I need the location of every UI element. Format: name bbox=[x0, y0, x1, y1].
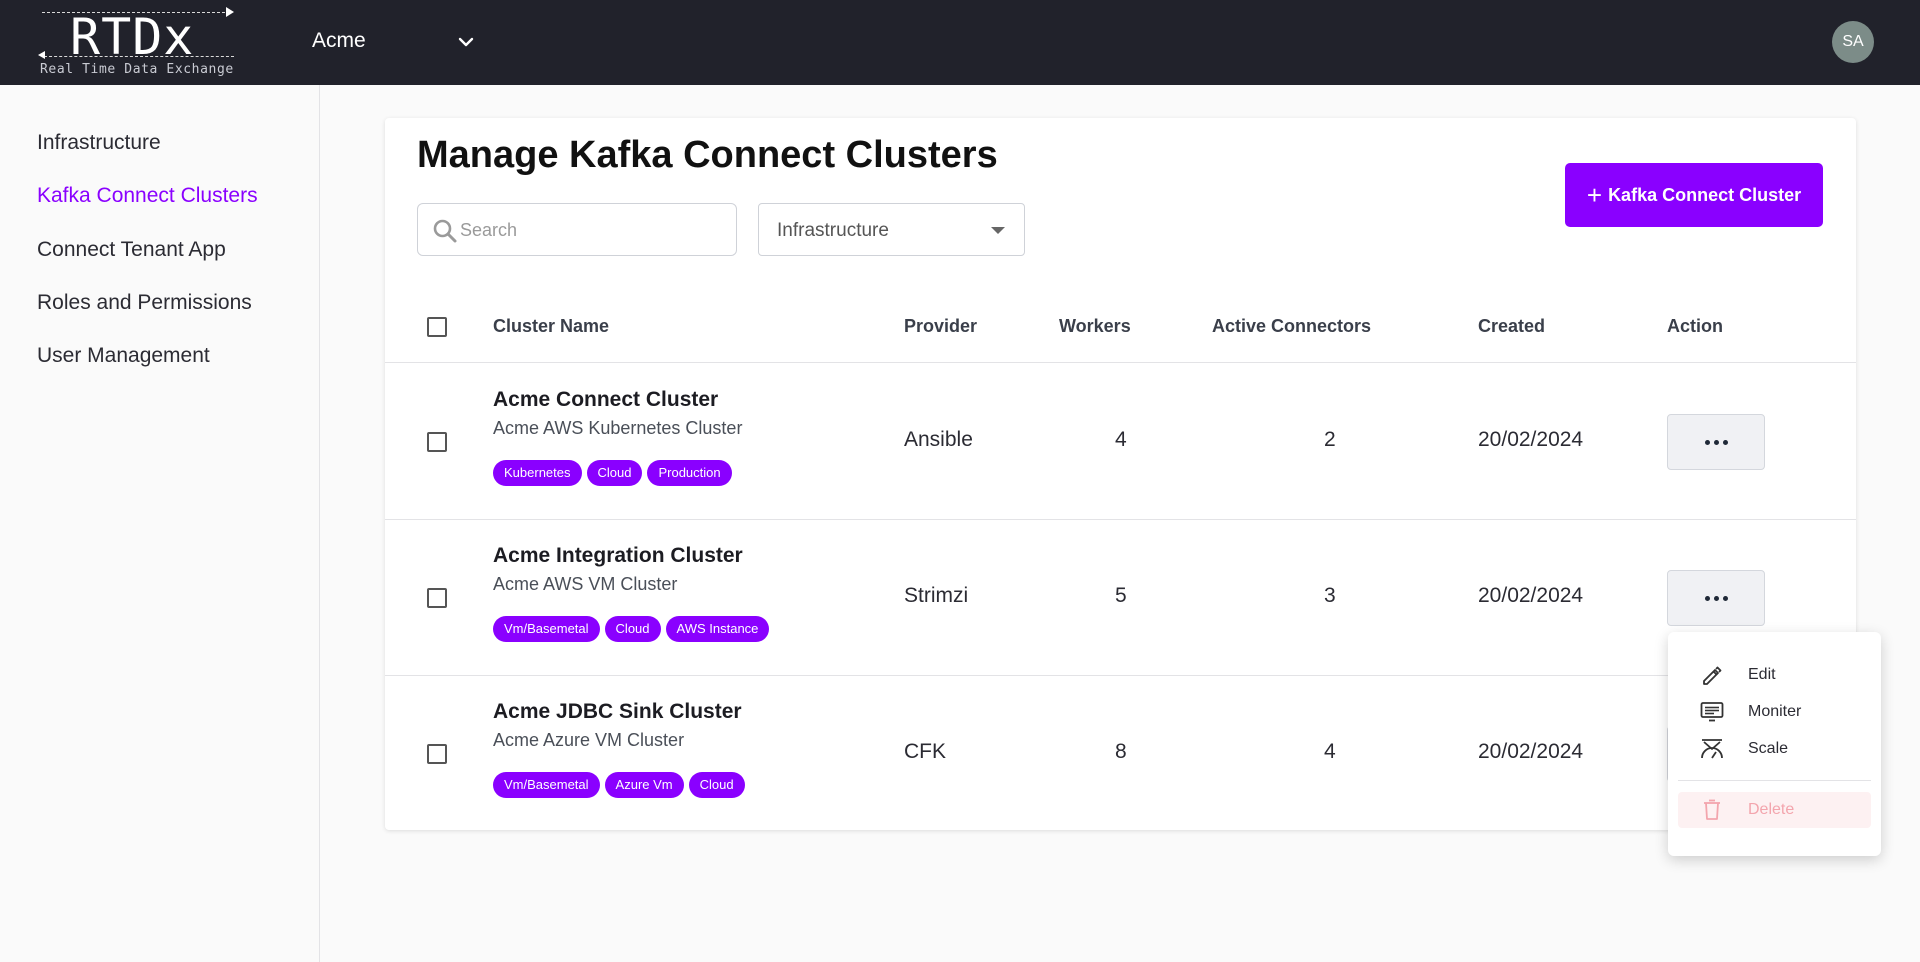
sidebar: Infrastructure Kafka Connect Clusters Co… bbox=[0, 85, 320, 962]
row-action-menu-button[interactable] bbox=[1667, 570, 1765, 626]
more-dot bbox=[1722, 595, 1728, 601]
cluster-description: Acme Azure VM Cluster bbox=[493, 730, 685, 750]
sidebar-item-kafka-connect-clusters[interactable]: Kafka Connect Clusters bbox=[37, 184, 258, 208]
row-checkbox[interactable] bbox=[427, 432, 447, 452]
menu-item-scale[interactable]: Scale bbox=[1678, 731, 1871, 767]
logo-tagline: Real Time Data Exchange bbox=[40, 62, 234, 77]
workers-cell: 8 bbox=[1115, 740, 1127, 763]
cluster-tags: Vm/Basemetal Cloud AWS Instance bbox=[493, 616, 770, 642]
top-bar: RTDx Real Time Data Exchange Acme SA bbox=[0, 0, 1920, 85]
plus-icon: + bbox=[1586, 180, 1603, 210]
logo-arrow-left bbox=[38, 51, 45, 59]
trash-icon bbox=[1704, 799, 1720, 820]
infrastructure-filter-select[interactable]: Infrastructure bbox=[758, 203, 1025, 256]
tag: Vm/Basemetal bbox=[493, 616, 600, 642]
menu-item-label: Scale bbox=[1748, 740, 1789, 757]
menu-item-label: Delete bbox=[1748, 801, 1795, 818]
tag: Vm/Basemetal bbox=[493, 772, 600, 798]
cluster-name[interactable]: Acme JDBC Sink Cluster bbox=[493, 700, 742, 724]
add-button-label: Kafka Connect Cluster bbox=[1608, 184, 1802, 205]
rtdx-logo[interactable]: RTDx Real Time Data Exchange bbox=[38, 7, 236, 78]
menu-item-edit[interactable]: Edit bbox=[1678, 657, 1871, 693]
tag: Cloud bbox=[604, 616, 661, 642]
chevron-down-icon[interactable] bbox=[456, 32, 476, 52]
search-box[interactable] bbox=[417, 203, 737, 256]
add-kafka-connect-cluster-button[interactable]: + Kafka Connect Cluster bbox=[1565, 163, 1823, 227]
table-header: Cluster Name Provider Workers Active Con… bbox=[385, 293, 1856, 363]
search-icon bbox=[433, 219, 457, 243]
cluster-tags: Kubernetes Cloud Production bbox=[493, 460, 732, 486]
select-all-checkbox[interactable] bbox=[427, 317, 447, 337]
filter-value: Infrastructure bbox=[777, 220, 889, 241]
sidebar-item-user-management[interactable]: User Management bbox=[37, 344, 210, 368]
avatar-initials: SA bbox=[1842, 33, 1864, 50]
menu-item-label: Edit bbox=[1748, 666, 1776, 683]
logo-dash-bottom bbox=[44, 56, 234, 57]
tag: Kubernetes bbox=[493, 460, 582, 486]
table-row: Acme Integration Cluster Acme AWS VM Clu… bbox=[385, 520, 1856, 676]
column-header-created[interactable]: Created bbox=[1478, 316, 1545, 337]
menu-item-label: Moniter bbox=[1748, 703, 1802, 720]
more-dot bbox=[1704, 439, 1710, 445]
more-dot bbox=[1704, 595, 1710, 601]
tag: Azure Vm bbox=[604, 772, 684, 798]
avatar[interactable]: SA bbox=[1832, 21, 1874, 63]
workers-cell: 4 bbox=[1115, 428, 1127, 451]
page-title: Manage Kafka Connect Clusters bbox=[417, 134, 998, 176]
tag: Production bbox=[647, 460, 732, 486]
monitor-icon bbox=[1700, 702, 1724, 722]
created-cell: 20/02/2024 bbox=[1478, 740, 1584, 763]
workers-cell: 5 bbox=[1115, 584, 1127, 607]
cluster-name[interactable]: Acme Connect Cluster bbox=[493, 388, 718, 412]
created-cell: 20/02/2024 bbox=[1478, 428, 1584, 451]
logo-arrow-right bbox=[226, 7, 234, 17]
menu-item-delete[interactable]: Delete bbox=[1678, 792, 1871, 828]
provider-cell: CFK bbox=[904, 740, 946, 763]
column-header-action: Action bbox=[1667, 316, 1723, 336]
cluster-description: Acme AWS Kubernetes Cluster bbox=[493, 418, 743, 438]
table-row: Acme JDBC Sink Cluster Acme Azure VM Clu… bbox=[385, 676, 1856, 832]
cluster-description: Acme AWS VM Cluster bbox=[493, 574, 678, 594]
tenant-selector[interactable]: Acme bbox=[312, 29, 366, 53]
sidebar-item-infrastructure[interactable]: Infrastructure bbox=[37, 131, 161, 155]
more-dot bbox=[1713, 595, 1719, 601]
tag: Cloud bbox=[586, 460, 643, 486]
created-cell: 20/02/2024 bbox=[1478, 584, 1584, 607]
provider-cell: Strimzi bbox=[904, 584, 969, 607]
more-dot bbox=[1722, 439, 1728, 445]
column-header-active-connectors[interactable]: Active Connectors bbox=[1212, 316, 1371, 337]
cluster-name[interactable]: Acme Integration Cluster bbox=[493, 544, 743, 568]
search-input[interactable] bbox=[460, 214, 720, 246]
pencil-icon bbox=[1703, 666, 1722, 685]
scale-icon bbox=[1701, 739, 1723, 759]
active-connectors-cell: 3 bbox=[1324, 584, 1336, 607]
active-connectors-cell: 2 bbox=[1324, 428, 1336, 451]
more-dot bbox=[1713, 439, 1719, 445]
column-header-provider[interactable]: Provider bbox=[904, 316, 977, 337]
column-header-workers[interactable]: Workers bbox=[1059, 316, 1131, 337]
cluster-tags: Vm/Basemetal Azure Vm Cloud bbox=[493, 772, 745, 798]
column-header-cluster-name[interactable]: Cluster Name bbox=[493, 316, 609, 337]
row-action-menu-button[interactable] bbox=[1667, 414, 1765, 470]
sidebar-item-roles-and-permissions[interactable]: Roles and Permissions bbox=[37, 291, 252, 315]
caret-down-icon bbox=[991, 227, 1005, 234]
row-action-menu: Edit Moniter Scale Delete bbox=[1668, 632, 1881, 856]
logo-text: RTDx bbox=[70, 8, 195, 66]
table-row: Acme Connect Cluster Acme AWS Kubernetes… bbox=[385, 364, 1856, 520]
menu-item-monitor[interactable]: Moniter bbox=[1678, 694, 1871, 730]
tenant-name: Acme bbox=[312, 29, 366, 52]
active-connectors-cell: 4 bbox=[1324, 740, 1336, 763]
sidebar-item-connect-tenant-app[interactable]: Connect Tenant App bbox=[37, 238, 226, 262]
tag: Cloud bbox=[688, 772, 745, 798]
provider-cell: Ansible bbox=[904, 428, 973, 451]
clusters-card: Manage Kafka Connect Clusters Infrastruc… bbox=[385, 118, 1856, 830]
row-checkbox[interactable] bbox=[427, 744, 447, 764]
row-checkbox[interactable] bbox=[427, 588, 447, 608]
tag: AWS Instance bbox=[665, 616, 770, 642]
menu-divider bbox=[1678, 780, 1871, 781]
